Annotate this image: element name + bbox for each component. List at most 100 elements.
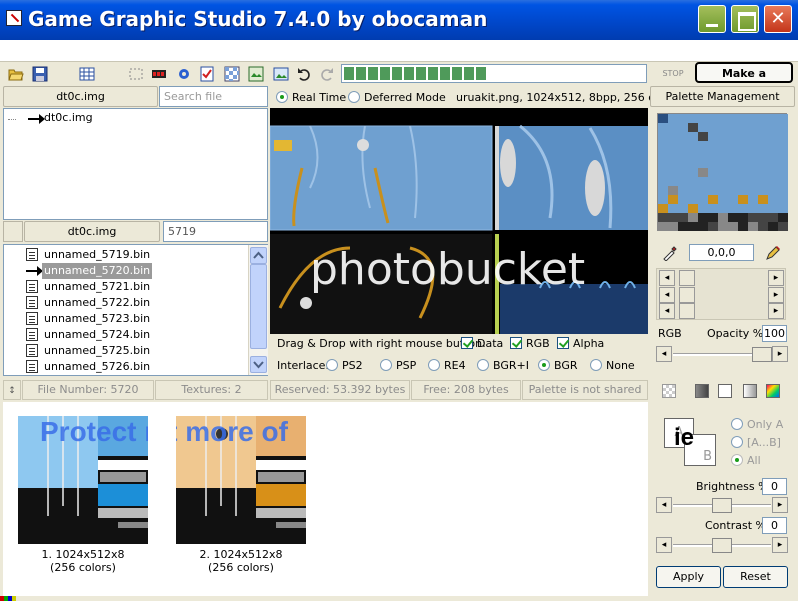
palette-swatch[interactable] bbox=[668, 186, 678, 195]
palette-swatch[interactable] bbox=[768, 195, 778, 204]
palette-swatch[interactable] bbox=[718, 195, 728, 204]
scroll-thumb[interactable] bbox=[250, 264, 267, 349]
palette-swatch[interactable] bbox=[668, 168, 678, 177]
palette-swatch[interactable] bbox=[778, 222, 788, 231]
radio-interlace-bgr[interactable]: BGR bbox=[538, 358, 578, 374]
palette-swatch[interactable] bbox=[728, 141, 738, 150]
tree-item-img[interactable]: dt0c.img bbox=[44, 111, 93, 124]
palette-swatch[interactable] bbox=[698, 204, 708, 213]
r-left-button[interactable]: ◂ bbox=[659, 270, 675, 286]
palette-swatch[interactable] bbox=[688, 159, 698, 168]
palette-swatch[interactable] bbox=[718, 150, 728, 159]
palette-swatch[interactable] bbox=[688, 222, 698, 231]
palette-swatch[interactable] bbox=[678, 141, 688, 150]
palette-swatch[interactable] bbox=[678, 204, 688, 213]
brightness-field[interactable]: 0 bbox=[762, 478, 787, 495]
palette-swatch[interactable] bbox=[728, 114, 738, 123]
palette-swatch[interactable] bbox=[778, 132, 788, 141]
g-right-button[interactable]: ▸ bbox=[768, 287, 784, 303]
brightness-left-button[interactable]: ◂ bbox=[656, 497, 672, 513]
scroll-down-button[interactable] bbox=[250, 356, 267, 373]
palette-swatch[interactable] bbox=[778, 204, 788, 213]
palette-swatch[interactable] bbox=[758, 141, 768, 150]
palette-swatch[interactable] bbox=[758, 159, 768, 168]
palette-swatch[interactable] bbox=[688, 213, 698, 222]
radio-all[interactable]: All bbox=[731, 453, 761, 469]
palette-swatch[interactable] bbox=[738, 204, 748, 213]
palette-swatch[interactable] bbox=[658, 150, 668, 159]
palette-swatch[interactable] bbox=[678, 114, 688, 123]
status-toggle[interactable]: ↕ bbox=[3, 380, 21, 400]
palette-swatch[interactable] bbox=[748, 186, 758, 195]
b-left-button[interactable]: ◂ bbox=[659, 303, 675, 319]
palette-swatch[interactable] bbox=[768, 141, 778, 150]
palette-swatch[interactable] bbox=[678, 150, 688, 159]
brightness-right-button[interactable]: ▸ bbox=[772, 497, 788, 513]
b-right-button[interactable]: ▸ bbox=[768, 303, 784, 319]
palette-swatch[interactable] bbox=[778, 159, 788, 168]
palette-swatch[interactable] bbox=[718, 123, 728, 132]
palette-swatch[interactable] bbox=[748, 213, 758, 222]
fit-image-icon[interactable] bbox=[248, 66, 264, 82]
palette-swatch[interactable] bbox=[758, 222, 768, 231]
palette-swatch[interactable] bbox=[668, 213, 678, 222]
palette-swatch[interactable] bbox=[778, 168, 788, 177]
palette-swatch[interactable] bbox=[698, 177, 708, 186]
image-icon[interactable] bbox=[273, 66, 289, 82]
palette-swatch[interactable] bbox=[738, 141, 748, 150]
palette-swatch[interactable] bbox=[668, 159, 678, 168]
palette-swatch[interactable] bbox=[668, 141, 678, 150]
palette-swatch[interactable] bbox=[758, 213, 768, 222]
palette-swatch[interactable] bbox=[728, 222, 738, 231]
palette-swatch[interactable] bbox=[738, 222, 748, 231]
palette-swatch[interactable] bbox=[708, 141, 718, 150]
palette-swatch[interactable] bbox=[778, 213, 788, 222]
palette-swatch[interactable] bbox=[748, 159, 758, 168]
palette-swatch[interactable] bbox=[698, 195, 708, 204]
palette-swatch[interactable] bbox=[768, 204, 778, 213]
radio-range-ab[interactable]: [A...B] bbox=[731, 435, 781, 451]
opacity-thumb[interactable] bbox=[752, 347, 772, 362]
palette-swatch[interactable] bbox=[658, 222, 668, 231]
palette-swatch[interactable] bbox=[778, 114, 788, 123]
b-thumb[interactable] bbox=[679, 303, 695, 319]
save-icon[interactable] bbox=[32, 66, 48, 82]
title-bar[interactable]: Game Graphic Studio 7.4.0 by obocaman ✕ bbox=[0, 0, 798, 40]
palette-swatch[interactable] bbox=[708, 222, 718, 231]
open-folder-icon[interactable] bbox=[8, 66, 24, 82]
palette-swatch[interactable] bbox=[778, 186, 788, 195]
img-tree[interactable]: dt0c.img bbox=[3, 108, 268, 220]
search-file-input[interactable]: Search file bbox=[159, 86, 268, 107]
palette-swatch[interactable] bbox=[708, 114, 718, 123]
palette-swatch[interactable] bbox=[688, 168, 698, 177]
palette-swatch[interactable] bbox=[718, 168, 728, 177]
palette-swatch[interactable] bbox=[758, 132, 768, 141]
g-left-button[interactable]: ◂ bbox=[659, 287, 675, 303]
palette-swatch[interactable] bbox=[668, 222, 678, 231]
palette-swatch[interactable] bbox=[718, 159, 728, 168]
palette-swatch[interactable] bbox=[718, 222, 728, 231]
g-thumb[interactable] bbox=[679, 287, 695, 303]
radio-realtime[interactable]: Real Time bbox=[276, 90, 346, 106]
palette-swatch[interactable] bbox=[698, 132, 708, 141]
check-alpha[interactable]: Alpha bbox=[557, 336, 604, 352]
palette-swatch[interactable] bbox=[738, 177, 748, 186]
palette-swatch[interactable] bbox=[728, 123, 738, 132]
texture-strip-icon[interactable] bbox=[151, 66, 167, 82]
palette-swatch[interactable] bbox=[718, 213, 728, 222]
palette-swatch[interactable] bbox=[728, 150, 738, 159]
palette-swatch[interactable] bbox=[678, 186, 688, 195]
palette-swatch[interactable] bbox=[778, 195, 788, 204]
file-list-scrollbar[interactable] bbox=[248, 245, 268, 375]
palette-swatch[interactable] bbox=[708, 132, 718, 141]
palette-swatch[interactable] bbox=[728, 195, 738, 204]
palette-swatch[interactable] bbox=[698, 150, 708, 159]
contrast-left-button[interactable]: ◂ bbox=[656, 537, 672, 553]
palette-swatch[interactable] bbox=[768, 123, 778, 132]
palette-swatch[interactable] bbox=[718, 177, 728, 186]
palette-swatch[interactable] bbox=[758, 204, 768, 213]
stop-button[interactable]: STOP bbox=[656, 66, 690, 82]
palette-swatch[interactable] bbox=[658, 159, 668, 168]
palette-swatch[interactable] bbox=[718, 114, 728, 123]
rainbow-icon[interactable] bbox=[766, 384, 780, 398]
